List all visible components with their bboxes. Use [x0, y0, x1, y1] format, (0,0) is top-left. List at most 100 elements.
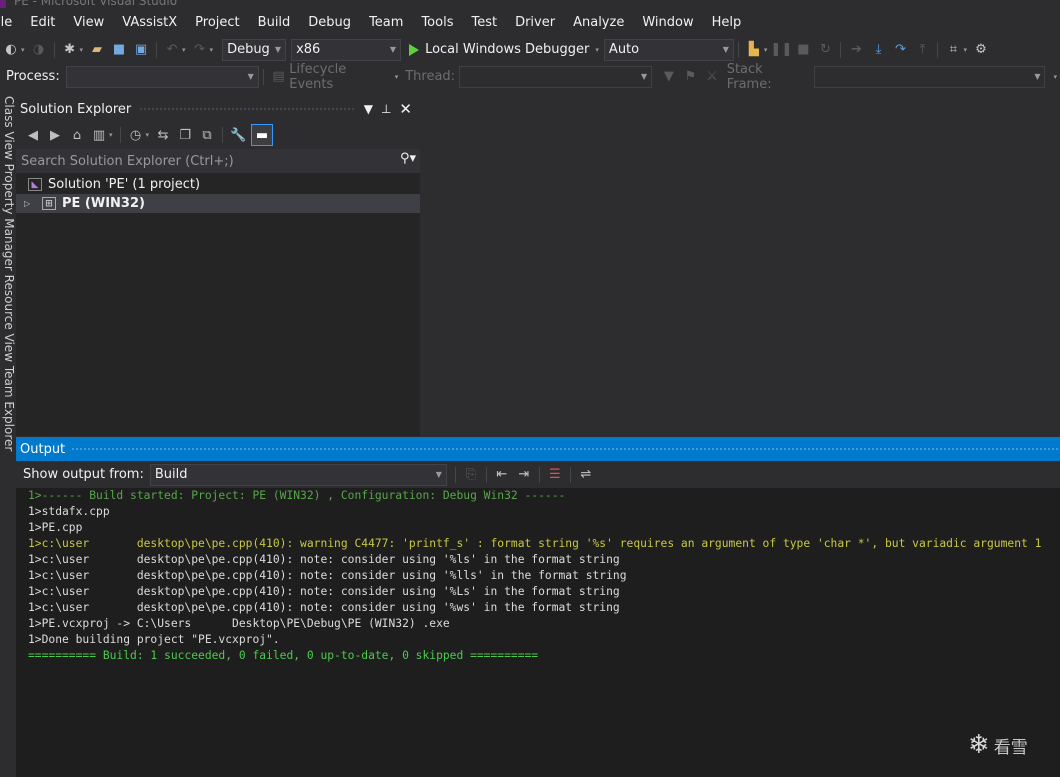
output-text[interactable]: 1>------ Build started: Project: PE (WIN…	[16, 488, 1060, 777]
find-message-in-code-icon[interactable]: ⎘	[462, 466, 480, 484]
show-all-files-icon[interactable]: ⧉	[198, 126, 216, 144]
output-line: 1>c:\user desktop\pe\pe.cpp(410): warnin…	[28, 537, 1042, 550]
side-tabs[interactable]: Class View Property Manager Resource Vie…	[2, 96, 16, 451]
menu-item-ile[interactable]: ile	[0, 10, 21, 36]
step-into-icon[interactable]: ⤓	[869, 41, 887, 59]
forward-icon[interactable]: ▶	[46, 126, 64, 144]
extensions-icon[interactable]: ⚙	[972, 41, 990, 59]
sync-icon[interactable]: ⇆	[154, 126, 172, 144]
panel-grip[interactable]	[139, 106, 356, 112]
project-node[interactable]: ▷ ⊞ PE (WIN32)	[16, 194, 420, 213]
document-scrollbar[interactable]	[1050, 94, 1060, 434]
menu-item-project[interactable]: Project	[186, 10, 248, 36]
menu-item-view[interactable]: View	[64, 10, 113, 36]
search-icon[interactable]: ⚲▾	[400, 151, 416, 166]
window-title: PE - Microsoft Visual Studio	[14, 0, 178, 8]
go-to-next-message-icon[interactable]: ⇥	[515, 466, 533, 484]
toolbar-separator	[937, 41, 939, 58]
pin-icon[interactable]: ⊥	[381, 102, 391, 116]
lifecycle-dropdown[interactable]: ▾	[395, 73, 399, 81]
step-over-icon[interactable]: ↷	[891, 41, 909, 59]
close-icon[interactable]: ✕	[399, 100, 412, 118]
restart-icon[interactable]: ↻	[816, 41, 834, 59]
output-line: 1>c:\user desktop\pe\pe.cpp(410): note: …	[28, 601, 620, 614]
thread-select[interactable]: ▼	[459, 65, 653, 88]
platform-select[interactable]: x86 ▼	[291, 38, 402, 61]
solution-explorer-search-input[interactable]: Search Solution Explorer (Ctrl+;) ⚲▾	[16, 149, 420, 173]
solution-explorer-panel: Solution Explorer ▼ ⊥ ✕ ◀ ▶ ⌂ ▥ ▾ ◷ ▾ ⇆ …	[16, 97, 420, 436]
step-out-icon[interactable]: ⤒	[913, 41, 931, 59]
save-all-icon[interactable]: ▣	[132, 41, 150, 59]
menu-item-window[interactable]: Window	[633, 10, 702, 36]
toggle-word-wrap-icon[interactable]: ⇌	[577, 466, 595, 484]
filter-icon[interactable]: ▼	[660, 68, 678, 86]
output-line: 1>PE.cpp	[28, 521, 83, 534]
toolbar-separator	[538, 466, 540, 483]
output-line: 1>c:\user desktop\pe\pe.cpp(410): note: …	[28, 585, 620, 598]
new-project-dropdown[interactable]: ▾	[80, 46, 84, 54]
menu-item-analyze[interactable]: Analyze	[564, 10, 633, 36]
show-flagged-threads-icon[interactable]: ⚔	[703, 68, 721, 86]
show-next-statement-icon[interactable]: ➔	[847, 41, 865, 59]
configuration-select[interactable]: Debug ▼	[222, 38, 287, 61]
process-select[interactable]: ▼	[65, 65, 259, 88]
menu-item-debug[interactable]: Debug	[299, 10, 360, 36]
undo-dropdown[interactable]: ▾	[182, 46, 186, 54]
clear-all-icon[interactable]: ☰	[546, 466, 564, 484]
go-to-previous-message-icon[interactable]: ⇤	[493, 466, 511, 484]
start-debugging-button[interactable]: Local Windows Debugger ▾	[409, 42, 602, 57]
pending-changes-filter-icon[interactable]: ◷	[127, 126, 145, 144]
menu-item-driver[interactable]: Driver	[506, 10, 564, 36]
menu-item-team[interactable]: Team	[360, 10, 412, 36]
output-line: 1>Done building project "PE.vcxproj".	[28, 633, 280, 646]
new-project-icon[interactable]: ✱	[61, 41, 79, 59]
preview-selected-icon[interactable]: ▬	[251, 124, 274, 146]
output-source-select[interactable]: Build ▼	[149, 463, 447, 486]
collapse-all-icon[interactable]: ❐	[176, 126, 194, 144]
properties-wrench-icon[interactable]: 🔧	[229, 126, 247, 144]
document-area	[420, 90, 1060, 436]
menu-item-build[interactable]: Build	[249, 10, 300, 36]
lifecycle-events-icon[interactable]: ▤	[270, 68, 288, 86]
redo-dropdown[interactable]: ▾	[210, 46, 214, 54]
solution-node[interactable]: ◣ Solution 'PE' (1 project)	[16, 175, 420, 194]
nav-forward-icon[interactable]: ◑	[30, 41, 48, 59]
filter-dropdown[interactable]: ▾	[146, 131, 150, 139]
nav-back-dropdown[interactable]: ▾	[21, 46, 25, 54]
back-icon[interactable]: ◀	[24, 126, 42, 144]
menu-item-edit[interactable]: Edit	[21, 10, 64, 36]
chevron-down-icon: ▼	[435, 469, 442, 479]
search-placeholder: Search Solution Explorer (Ctrl+;)	[21, 153, 234, 169]
menu-item-test[interactable]: Test	[462, 10, 506, 36]
stop-icon[interactable]: ■	[794, 41, 812, 59]
nav-back-icon[interactable]: ◐	[2, 41, 20, 59]
pause-icon[interactable]: ❚❚	[771, 41, 793, 59]
stack-frame-select[interactable]: ▼	[813, 65, 1046, 88]
toolbar-separator	[156, 41, 158, 58]
standard-toolbar: ◐ ▾ ◑ ✱ ▾ ▰ ■ ▣ ↶ ▾ ↷ ▾ Debug ▼ x86 ▼ Lo…	[0, 36, 1060, 63]
find-in-files-icon[interactable]: ▙	[745, 41, 763, 59]
open-file-icon[interactable]: ▰	[88, 41, 106, 59]
switch-views-dropdown[interactable]: ▾	[109, 131, 113, 139]
menu-item-tools[interactable]: Tools	[412, 10, 462, 36]
debug-toolbar-options-dropdown[interactable]: ▾	[1053, 73, 1057, 81]
save-icon[interactable]: ■	[110, 41, 128, 59]
undo-icon[interactable]: ↶	[163, 41, 181, 59]
vs-logo-icon	[0, 0, 6, 8]
switch-views-icon[interactable]: ▥	[90, 126, 108, 144]
panel-grip[interactable]	[71, 446, 1060, 452]
expand-arrow-icon[interactable]: ▷	[24, 199, 34, 208]
lifecycle-events-button[interactable]: Lifecycle Events	[289, 62, 391, 92]
debugger-dropdown[interactable]: ▾	[595, 46, 599, 54]
find-dropdown[interactable]: ▾	[764, 46, 768, 54]
hex-display-icon[interactable]: ⌗	[944, 41, 962, 59]
redo-icon[interactable]: ↷	[191, 41, 209, 59]
menu-item-help[interactable]: Help	[703, 10, 751, 36]
chevron-down-icon: ▼	[1034, 71, 1041, 81]
toolbar-options-dropdown[interactable]: ▾	[963, 46, 967, 54]
run-mode-select[interactable]: Auto ▼	[603, 38, 734, 61]
flag-thread-icon[interactable]: ⚑	[682, 68, 700, 86]
window-position-dropdown-icon[interactable]: ▼	[364, 102, 373, 116]
menu-item-vassistx[interactable]: VAssistX	[113, 10, 186, 36]
home-icon[interactable]: ⌂	[68, 126, 86, 144]
